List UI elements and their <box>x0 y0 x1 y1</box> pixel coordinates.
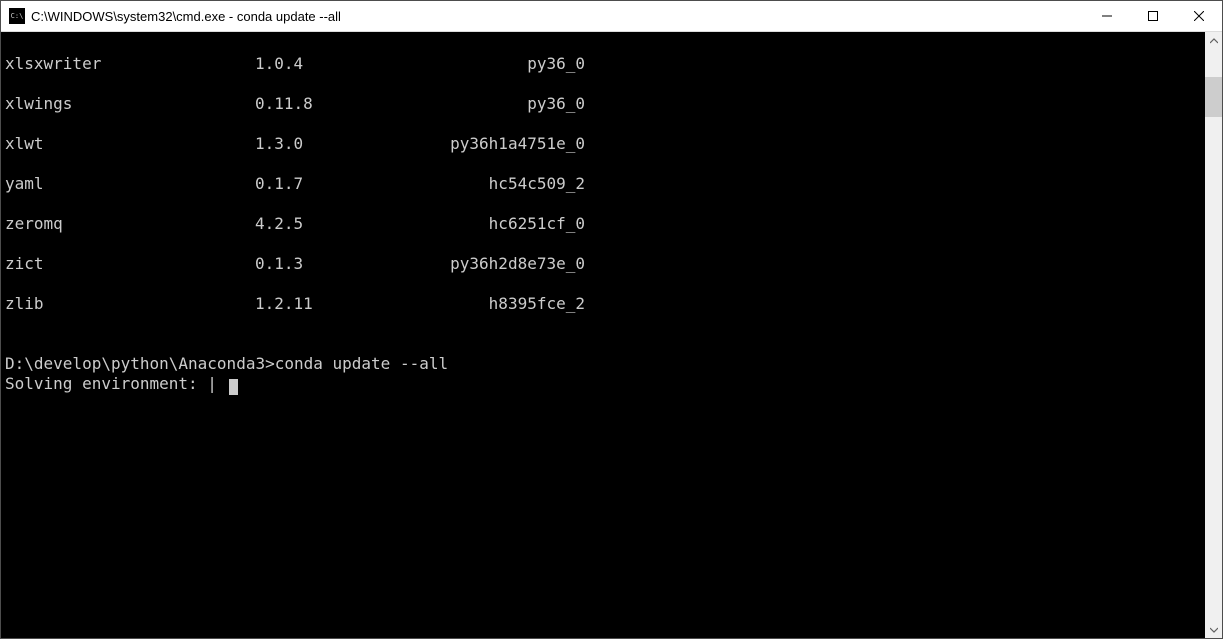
package-build: hc6251cf_0 <box>415 214 585 234</box>
package-row: xlsxwriter1.0.4py36_0 <box>5 54 1205 74</box>
terminal-area: xlsxwriter1.0.4py36_0 xlwings0.11.8py36_… <box>1 32 1222 638</box>
scroll-up-button[interactable] <box>1205 32 1222 49</box>
minimize-icon <box>1102 11 1112 21</box>
package-row: yaml0.1.7hc54c509_2 <box>5 174 1205 194</box>
window-title: C:\WINDOWS\system32\cmd.exe - conda upda… <box>31 9 341 24</box>
status-line: Solving environment: | <box>5 374 238 393</box>
scroll-down-button[interactable] <box>1205 621 1222 638</box>
package-build: py36_0 <box>415 94 585 114</box>
package-version: 1.3.0 <box>255 134 415 154</box>
package-build: hc54c509_2 <box>415 174 585 194</box>
package-build: py36_0 <box>415 54 585 74</box>
package-row: zlib1.2.11h8395fce_2 <box>5 294 1205 314</box>
blank-line <box>5 334 15 353</box>
terminal-output[interactable]: xlsxwriter1.0.4py36_0 xlwings0.11.8py36_… <box>1 32 1205 638</box>
spinner-char: | <box>207 374 217 393</box>
package-name: zlib <box>5 294 255 314</box>
window-controls <box>1084 1 1222 32</box>
scroll-track[interactable] <box>1205 49 1222 621</box>
package-version: 0.1.7 <box>255 174 415 194</box>
package-row: zict0.1.3py36h2d8e73e_0 <box>5 254 1205 274</box>
chevron-down-icon <box>1210 626 1218 634</box>
maximize-icon <box>1148 11 1158 21</box>
minimize-button[interactable] <box>1084 1 1130 32</box>
close-icon <box>1194 11 1204 21</box>
package-name: yaml <box>5 174 255 194</box>
maximize-button[interactable] <box>1130 1 1176 32</box>
close-button[interactable] <box>1176 1 1222 32</box>
titlebar: C:\ C:\WINDOWS\system32\cmd.exe - conda … <box>1 1 1222 32</box>
prompt-line: D:\develop\python\Anaconda3>conda update… <box>5 354 448 373</box>
package-name: xlwt <box>5 134 255 154</box>
package-build: py36h2d8e73e_0 <box>415 254 585 274</box>
package-row: xlwings0.11.8py36_0 <box>5 94 1205 114</box>
package-build: h8395fce_2 <box>415 294 585 314</box>
prompt-path: D:\develop\python\Anaconda3> <box>5 354 275 373</box>
package-version: 0.11.8 <box>255 94 415 114</box>
package-version: 0.1.3 <box>255 254 415 274</box>
package-row: zeromq4.2.5hc6251cf_0 <box>5 214 1205 234</box>
vertical-scrollbar[interactable] <box>1205 32 1222 638</box>
package-build: py36h1a4751e_0 <box>415 134 585 154</box>
package-name: zeromq <box>5 214 255 234</box>
scroll-thumb[interactable] <box>1205 77 1222 117</box>
package-name: zict <box>5 254 255 274</box>
package-version: 1.0.4 <box>255 54 415 74</box>
package-row: xlwt1.3.0py36h1a4751e_0 <box>5 134 1205 154</box>
cursor <box>229 379 238 395</box>
prompt-command: conda update --all <box>275 354 448 373</box>
solving-label: Solving environment: <box>5 374 207 393</box>
package-version: 1.2.11 <box>255 294 415 314</box>
package-name: xlsxwriter <box>5 54 255 74</box>
package-version: 4.2.5 <box>255 214 415 234</box>
cmd-icon: C:\ <box>9 8 25 24</box>
package-name: xlwings <box>5 94 255 114</box>
chevron-up-icon <box>1210 37 1218 45</box>
